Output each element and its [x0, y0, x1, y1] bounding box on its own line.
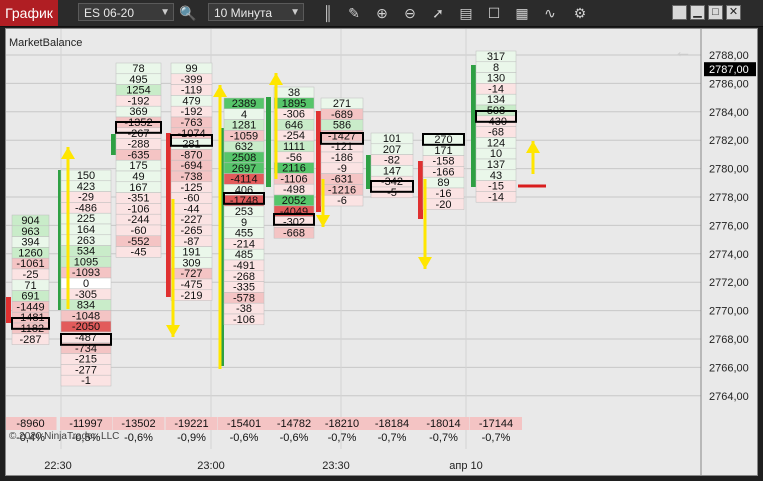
footprint-cell-value: -1 — [81, 375, 91, 387]
interval-selector[interactable]: 10 Минута ▼ — [208, 3, 304, 21]
total-delta-value: -18184 — [375, 418, 409, 430]
instrument-selector[interactable]: ES 06-20 ▼ — [78, 3, 174, 21]
footprint-cell-value: -219 — [180, 290, 202, 302]
footprint-cell-value: -106 — [233, 314, 255, 326]
total-delta-value: -11997 — [69, 418, 102, 430]
total-delta-percent: -0,7% — [328, 432, 357, 444]
interval-value: 10 Минута — [214, 6, 273, 20]
price-axis-label: 2770,00 — [709, 306, 749, 318]
instrument-value: ES 06-20 — [84, 6, 135, 20]
chart-panel[interactable]: 2788,00 2786,00 2784,00 2782,00 2780,00 2778,… — [5, 28, 758, 476]
price-axis-label: 2788,00 — [709, 50, 749, 62]
price-axis-label: 2786,00 — [709, 78, 749, 90]
chevron-down-icon: ▼ — [290, 7, 300, 18]
time-axis-label: 23:00 — [197, 460, 225, 472]
draw-pencil-icon[interactable]: ✎ — [344, 3, 364, 23]
total-delta-value: -15401 — [227, 418, 261, 430]
footprint-cell-value: -668 — [283, 227, 305, 239]
price-axis-label: 2776,00 — [709, 220, 749, 232]
total-delta-value: -13502 — [121, 418, 155, 430]
total-delta-value: -8960 — [16, 418, 44, 430]
arrow-down-icon — [418, 257, 432, 269]
arrow-up-icon — [526, 141, 540, 153]
price-axis-label: 2782,00 — [709, 135, 749, 147]
maximize-window-button[interactable]: □ — [708, 5, 723, 20]
restore-window-button[interactable]: ▁ — [690, 5, 705, 20]
time-axis-label: 22:30 — [44, 460, 72, 472]
search-icon[interactable]: 🔍 — [178, 3, 198, 23]
bar-type-icon[interactable]: ║ — [318, 3, 338, 23]
arrow-up-icon — [61, 147, 75, 159]
total-delta-value: -17144 — [479, 418, 513, 430]
total-delta-percent: -0,7% — [482, 432, 511, 444]
footprint-chart[interactable]: 2788,00 2786,00 2784,00 2782,00 2780,00 2778,… — [6, 29, 757, 475]
total-delta-value: -14782 — [277, 418, 311, 430]
minimize-window-button[interactable] — [672, 5, 687, 20]
total-delta-value: -19221 — [174, 418, 208, 430]
chart-grid-icon[interactable]: ▦ — [512, 3, 532, 23]
scroll-left-arrow-icon[interactable]: ← — [674, 41, 692, 61]
price-axis-label: 2778,00 — [709, 192, 749, 204]
total-delta-percent: -0,6% — [280, 432, 309, 444]
price-axis-label: 2774,00 — [709, 249, 749, 261]
copyright-text: © 2020 NinjaTrader, LLC — [9, 431, 120, 442]
price-axis-label: 2780,00 — [709, 164, 749, 176]
pointer-icon[interactable]: ➚ — [428, 3, 448, 23]
arrow-up-icon — [269, 73, 283, 85]
total-delta-percent: -0,7% — [378, 432, 407, 444]
candle-body — [111, 134, 116, 155]
zoom-in-icon[interactable]: ⊕ — [372, 3, 392, 23]
candle-body — [266, 97, 271, 187]
candle-body — [166, 133, 171, 297]
time-axis-label: апр 10 — [449, 460, 482, 472]
footprint-cell-value: -14 — [488, 191, 504, 203]
footprint-cell-value: -6 — [337, 195, 347, 207]
footprint-cell-value: -5 — [387, 187, 397, 199]
price-axis-label: 2784,00 — [709, 107, 749, 119]
price-axis-label: 2764,00 — [709, 391, 749, 403]
data-box-icon[interactable]: ☐ — [484, 3, 504, 23]
footprint-cell-value: -45 — [131, 247, 147, 259]
arrow-down-icon — [166, 325, 180, 337]
candle-body — [316, 111, 321, 212]
footprint-cell-value: -287 — [19, 334, 41, 346]
total-delta-value: -18210 — [325, 418, 359, 430]
total-delta-percent: -0,6% — [230, 432, 259, 444]
app-title: График — [0, 0, 58, 26]
total-delta-percent: -0,6% — [124, 432, 153, 444]
total-delta-percent: -0,7% — [429, 432, 458, 444]
strategy-icon[interactable]: ∿ — [540, 3, 560, 23]
settings-icon[interactable]: ⚙ — [570, 3, 590, 23]
properties-icon[interactable]: ▤ — [456, 3, 476, 23]
candle-body — [471, 65, 476, 187]
price-axis-label: 2772,00 — [709, 277, 749, 289]
price-axis-label: 2766,00 — [709, 362, 749, 374]
footprint-cell-value: -20 — [436, 199, 452, 211]
candle-body — [6, 297, 11, 323]
indicator-label: MarketBalance — [9, 37, 83, 49]
close-window-button[interactable]: ✕ — [726, 5, 741, 20]
price-axis-label: 2768,00 — [709, 334, 749, 346]
chevron-down-icon: ▼ — [160, 7, 170, 18]
total-delta-percent: -0,9% — [177, 432, 206, 444]
current-price-label: 2787,00 — [709, 64, 749, 76]
total-delta-value: -18014 — [426, 418, 460, 430]
chart-toolbar: График ES 06-20 ▼ 🔍 10 Минута ▼ ║ ✎ ⊕ ⊖ … — [0, 0, 763, 27]
zoom-out-icon[interactable]: ⊖ — [400, 3, 420, 23]
arrow-up-icon — [213, 85, 227, 97]
candle-body — [418, 161, 423, 219]
time-axis-label: 23:30 — [322, 460, 350, 472]
